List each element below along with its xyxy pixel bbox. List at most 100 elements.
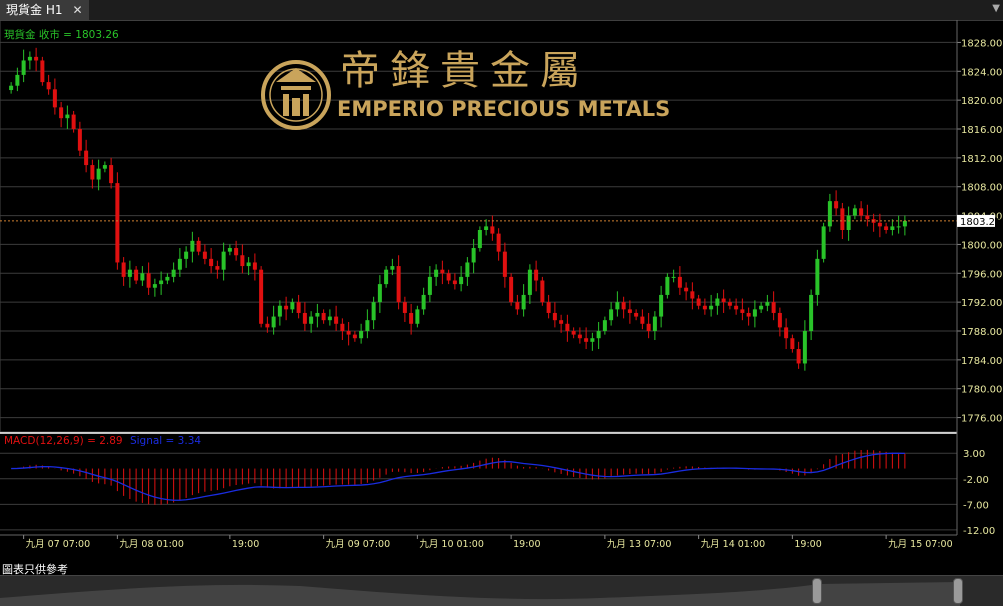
- time-tick-label: 19:00: [232, 539, 259, 550]
- macd-signal-line: [11, 452, 905, 501]
- close-icon[interactable]: ✕: [72, 3, 82, 17]
- candle-body: [752, 309, 757, 317]
- macd-label-group: MACD(12,26,9) = 2.89 Signal = 3.34: [4, 435, 201, 447]
- candle-body: [802, 331, 807, 364]
- candle-body: [877, 222, 882, 227]
- candle-body: [509, 276, 514, 303]
- candle-body: [271, 316, 276, 328]
- macd-tick-label: 3.00: [963, 449, 985, 460]
- chart-scrollbar[interactable]: [0, 575, 1003, 606]
- candle-body: [421, 294, 426, 310]
- candle-body: [9, 85, 14, 91]
- time-tick-label: 九月 10 01:00: [419, 538, 484, 550]
- logo-chinese: 帝鋒貴金屬: [340, 48, 590, 94]
- price-tick-label: 1816.00: [961, 125, 1002, 136]
- price-tick-label: 1784.00: [961, 356, 1002, 367]
- candle-body: [759, 305, 764, 310]
- time-tick-label: 九月 14 01:00: [701, 538, 766, 550]
- candle-body: [215, 266, 220, 270]
- candle-body: [90, 165, 95, 180]
- candle-body: [190, 240, 195, 252]
- candle-body: [721, 298, 726, 303]
- candle-body: [134, 269, 139, 281]
- candle-body: [259, 269, 264, 324]
- price-tick-label: 1820.00: [961, 96, 1002, 107]
- candle-body: [27, 56, 32, 61]
- candle-body: [540, 280, 545, 303]
- candle-body: [15, 74, 20, 86]
- candle-body: [809, 294, 814, 331]
- candle-body: [221, 251, 226, 270]
- candle-body: [290, 302, 295, 310]
- price-tick-label: 1792.00: [961, 298, 1002, 309]
- candle-body: [52, 89, 57, 108]
- candle-body: [127, 269, 132, 277]
- candle-body: [790, 338, 795, 350]
- macd-grid: [0, 452, 957, 531]
- candle-body: [146, 273, 151, 288]
- time-axis: 九月 07 07:00 九月 08 01:00 19:00 九月 09 07:00 九月…: [23, 535, 953, 550]
- chevron-down-icon[interactable]: ▼: [992, 3, 1000, 14]
- candle-body: [590, 338, 595, 342]
- candle-body: [827, 201, 832, 227]
- candle-body: [152, 284, 157, 288]
- candle-body: [65, 114, 70, 119]
- time-tick-label: 九月 09 07:00: [326, 538, 391, 550]
- candle-body: [384, 269, 389, 285]
- candle-body: [21, 60, 26, 75]
- candle-body: [440, 269, 445, 274]
- candle-body: [734, 305, 739, 310]
- candle-body: [784, 327, 789, 339]
- candle-body: [34, 56, 39, 61]
- candle-body: [46, 82, 51, 90]
- candle-body: [515, 302, 520, 310]
- candle-body: [365, 320, 370, 331]
- candle-body: [96, 168, 101, 180]
- candle-body: [765, 302, 770, 306]
- candle-body: [852, 208, 857, 216]
- price-series-label: 現貨金 收市 = 1803.26: [4, 28, 119, 41]
- candle-body: [71, 114, 76, 129]
- scrollbar-left-handle[interactable]: [812, 578, 822, 604]
- price-tick-label: 1788.00: [961, 327, 1002, 338]
- candle-body: [684, 287, 689, 292]
- candle-body: [677, 276, 682, 288]
- candle-body: [621, 302, 626, 310]
- candle-body: [634, 312, 639, 317]
- scrollbar-right-handle[interactable]: [953, 578, 963, 604]
- candle-body: [252, 262, 257, 270]
- candle-body: [409, 312, 414, 324]
- price-tick-label: 1780.00: [961, 385, 1002, 396]
- candle-body: [452, 280, 457, 285]
- candle-body: [477, 230, 482, 249]
- candle-body: [896, 226, 901, 228]
- price-tick-label: 1776.00: [961, 414, 1002, 425]
- candle-body: [571, 331, 576, 335]
- time-tick-label: 九月 13 07:00: [607, 538, 672, 550]
- chart-tab[interactable]: 現貨金 H1 ✕: [0, 0, 89, 20]
- candle-body: [546, 302, 551, 313]
- last-price-value: 1803.26: [960, 217, 1001, 228]
- candle-body: [696, 298, 701, 306]
- candle-body: [740, 309, 745, 313]
- chart-area[interactable]: 1776.00 1780.00 1784.00 1788.00 1792.00 1796.…: [0, 20, 1003, 560]
- candle-body: [777, 312, 782, 328]
- candle-body: [309, 316, 314, 324]
- candle-body: [527, 269, 532, 295]
- candle-body: [265, 323, 270, 328]
- candle-body: [284, 305, 289, 310]
- candle-body: [415, 309, 420, 324]
- candle-body: [577, 334, 582, 339]
- candle-body: [796, 349, 801, 364]
- candle-body: [815, 258, 820, 295]
- candle-body: [234, 248, 239, 256]
- time-tick-label: 19:00: [513, 539, 540, 550]
- candle-body: [709, 305, 714, 310]
- candle-body: [346, 331, 351, 335]
- candle-body: [109, 165, 114, 184]
- macd-label: MACD(12,26,9) = 2.89: [4, 435, 123, 447]
- candle-body: [471, 248, 476, 263]
- candle-body: [665, 276, 670, 295]
- candle-body: [584, 338, 589, 342]
- price-tick-label: 1800.00: [961, 240, 1002, 251]
